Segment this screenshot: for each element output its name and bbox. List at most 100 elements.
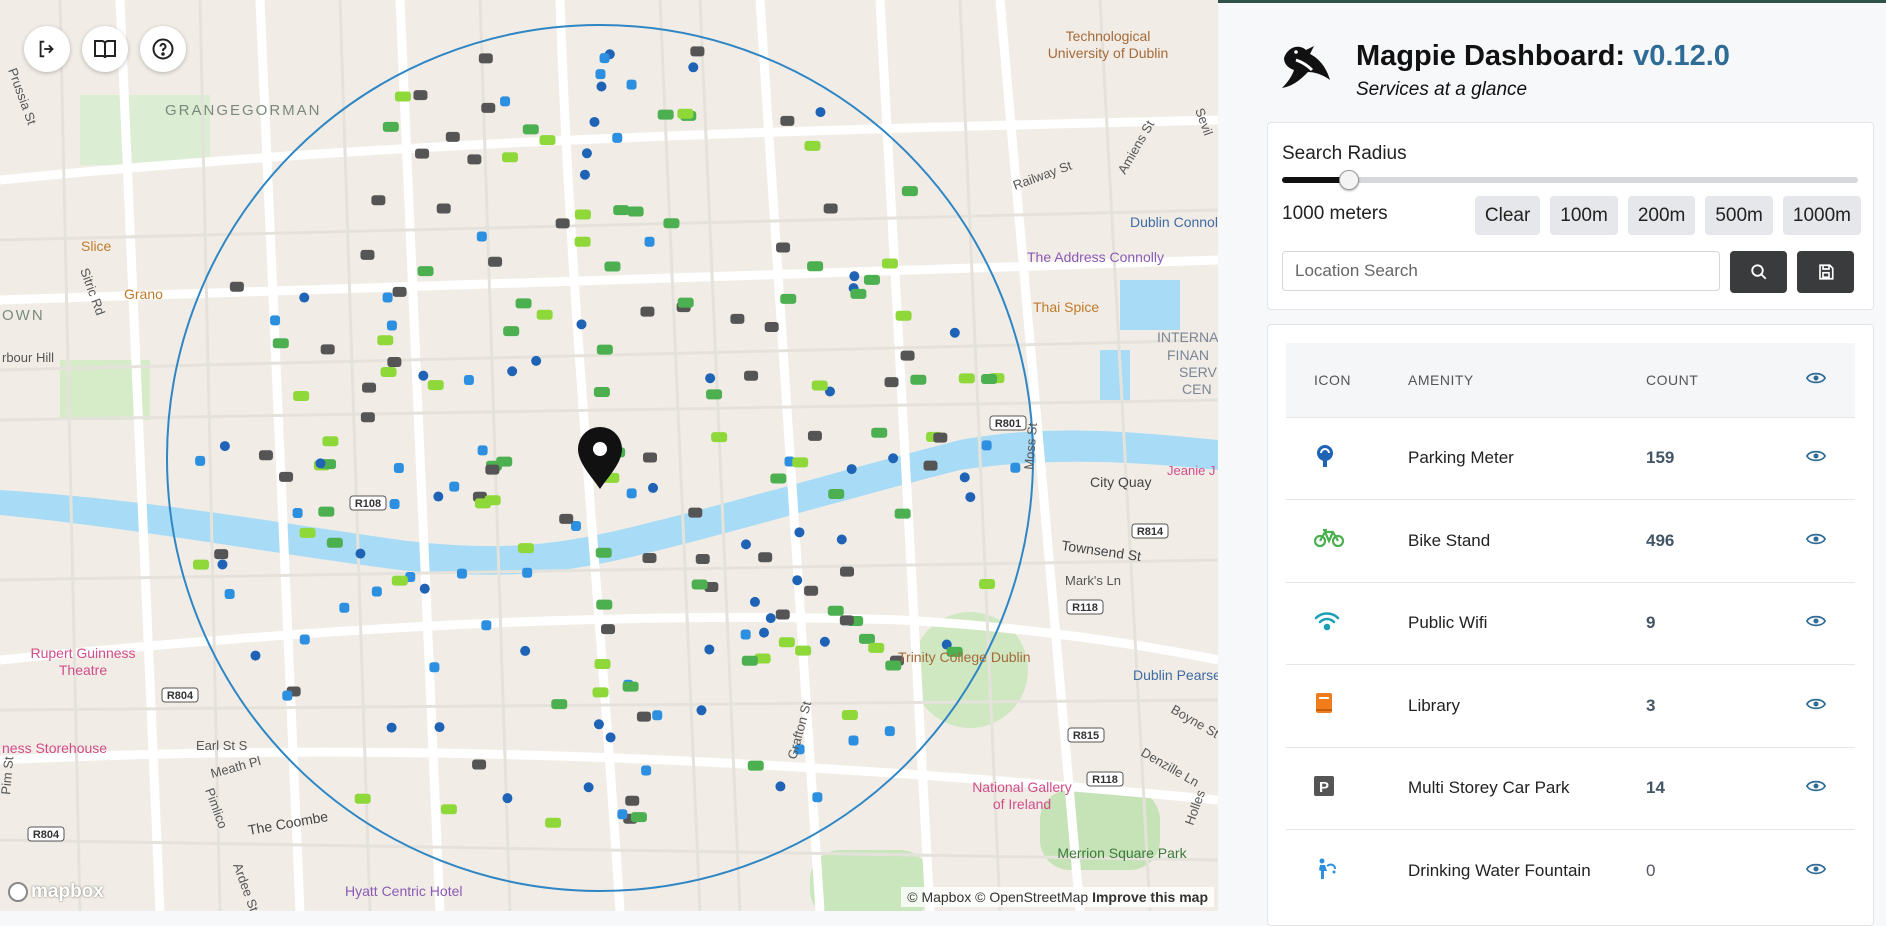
map-label: The Coombe xyxy=(247,808,330,838)
preset-100m-button[interactable]: 100m xyxy=(1550,196,1618,235)
fountain-marker xyxy=(195,455,206,466)
map-label: Grano xyxy=(124,286,163,302)
bike-marker xyxy=(551,699,568,710)
map-label: Technological xyxy=(1066,28,1151,44)
preset-500m-button[interactable]: 500m xyxy=(1705,196,1773,235)
eye-icon[interactable] xyxy=(1806,449,1826,463)
bike-marker xyxy=(318,506,335,517)
parking-meter-marker xyxy=(648,482,659,493)
eye-icon[interactable] xyxy=(1806,532,1826,546)
map-canvas[interactable]: GRANGEGORMAN Technological University of… xyxy=(0,0,1218,911)
bike-marker xyxy=(827,605,844,616)
location-search-input[interactable] xyxy=(1282,251,1720,291)
save-button[interactable] xyxy=(1797,251,1854,293)
mapbox-logo[interactable]: mapbox xyxy=(8,881,104,903)
bike-marker xyxy=(863,274,880,285)
parking-meter-marker xyxy=(794,527,805,538)
toggle-visibility-button[interactable] xyxy=(1806,665,1855,748)
car-marker xyxy=(780,115,795,126)
search-button[interactable] xyxy=(1730,251,1787,293)
attribution-osm[interactable]: © OpenStreetMap xyxy=(975,889,1088,905)
parking-meter-marker xyxy=(433,491,444,502)
search-icon xyxy=(1750,264,1766,280)
fountain-marker xyxy=(981,440,992,451)
car-marker xyxy=(371,195,386,206)
map-label: Trinity College Dublin xyxy=(898,649,1031,665)
column-header-visibility[interactable] xyxy=(1805,343,1855,417)
map-label: Boyne St xyxy=(1169,702,1219,742)
bike-marker xyxy=(622,681,639,692)
car-marker xyxy=(362,382,377,393)
bike-marker xyxy=(417,266,434,277)
preset-200m-button[interactable]: 200m xyxy=(1627,196,1696,235)
car-marker xyxy=(839,615,854,626)
parking-meter-marker xyxy=(589,116,600,127)
header: Magpie Dashboard: v0.12.0 Services at a … xyxy=(1274,36,1730,101)
fountain-marker xyxy=(476,231,487,242)
bike-marker xyxy=(981,374,998,385)
parking-meter-marker xyxy=(965,492,976,503)
bike-marker xyxy=(517,543,534,554)
fountain-marker xyxy=(612,132,623,143)
map-label: Jeanie J xyxy=(1167,463,1215,478)
svg-text:R801: R801 xyxy=(995,418,1021,430)
svg-text:R814: R814 xyxy=(1137,526,1164,538)
eye-icon[interactable] xyxy=(1805,371,1827,385)
bike-marker xyxy=(427,380,444,391)
toggle-visibility-button[interactable] xyxy=(1806,500,1855,583)
car-marker xyxy=(695,553,710,564)
eye-icon[interactable] xyxy=(1806,614,1826,628)
table-row: Bike Stand 496 xyxy=(1286,499,1855,583)
toggle-visibility-button[interactable] xyxy=(1806,582,1855,665)
fountain-marker xyxy=(740,629,751,640)
toggle-visibility-button[interactable] xyxy=(1806,830,1855,913)
wifi-icon xyxy=(1286,582,1408,665)
parking-meter-marker xyxy=(581,148,592,159)
radius-slider[interactable] xyxy=(1282,170,1858,190)
preset-1000m-button[interactable]: 1000m xyxy=(1782,196,1861,235)
bike-marker xyxy=(663,218,680,229)
parking-meter-marker xyxy=(419,583,430,594)
bike-marker xyxy=(657,109,674,120)
bike-marker xyxy=(778,637,795,648)
book-icon[interactable] xyxy=(82,26,128,72)
app-version: v0.12.0 xyxy=(1633,40,1730,72)
radius-slider-thumb[interactable] xyxy=(1339,170,1360,190)
fountain-marker xyxy=(299,634,310,645)
road-shield: R801 xyxy=(989,415,1027,431)
car-marker xyxy=(360,412,375,423)
eye-icon[interactable] xyxy=(1806,697,1826,711)
map-label: Prussia St xyxy=(5,66,39,127)
bike-marker xyxy=(293,390,310,401)
parking-meter-marker xyxy=(355,548,366,559)
parking-meter-marker xyxy=(576,319,587,330)
parking-meter-marker xyxy=(579,169,590,180)
map-view[interactable]: GRANGEGORMAN Technological University of… xyxy=(0,0,1218,911)
bike-marker xyxy=(515,298,532,309)
attribution-mapbox[interactable]: © Mapbox xyxy=(907,889,971,905)
app-title-text: Magpie Dashboard: xyxy=(1356,40,1634,72)
car-marker xyxy=(775,609,790,620)
clear-button[interactable]: Clear xyxy=(1474,196,1541,235)
improve-map-link[interactable]: Improve this map xyxy=(1092,889,1208,905)
parking-meter-marker xyxy=(217,559,228,570)
parking-meter-marker xyxy=(705,373,716,384)
toggle-visibility-button[interactable] xyxy=(1806,747,1855,830)
eye-icon[interactable] xyxy=(1806,862,1826,876)
amenity-name: Public Wifi xyxy=(1408,613,1488,633)
map-label: City Quay xyxy=(1090,474,1151,490)
amenity-count: 0 xyxy=(1646,861,1656,880)
car-marker xyxy=(636,711,651,722)
car-marker xyxy=(840,566,855,577)
map-attribution: © Mapbox © OpenStreetMap Improve this ma… xyxy=(901,887,1214,907)
bike-marker xyxy=(440,804,457,815)
map-label: INTERNA xyxy=(1157,329,1218,345)
bike-marker xyxy=(354,793,371,804)
map-label: Theatre xyxy=(59,662,107,678)
logout-icon[interactable] xyxy=(24,26,70,72)
sidebar: Magpie Dashboard: v0.12.0 Services at a … xyxy=(1218,0,1886,926)
car-marker xyxy=(642,452,657,463)
toggle-visibility-button[interactable] xyxy=(1806,417,1855,500)
help-icon[interactable] xyxy=(140,26,186,72)
eye-icon[interactable] xyxy=(1806,779,1826,793)
